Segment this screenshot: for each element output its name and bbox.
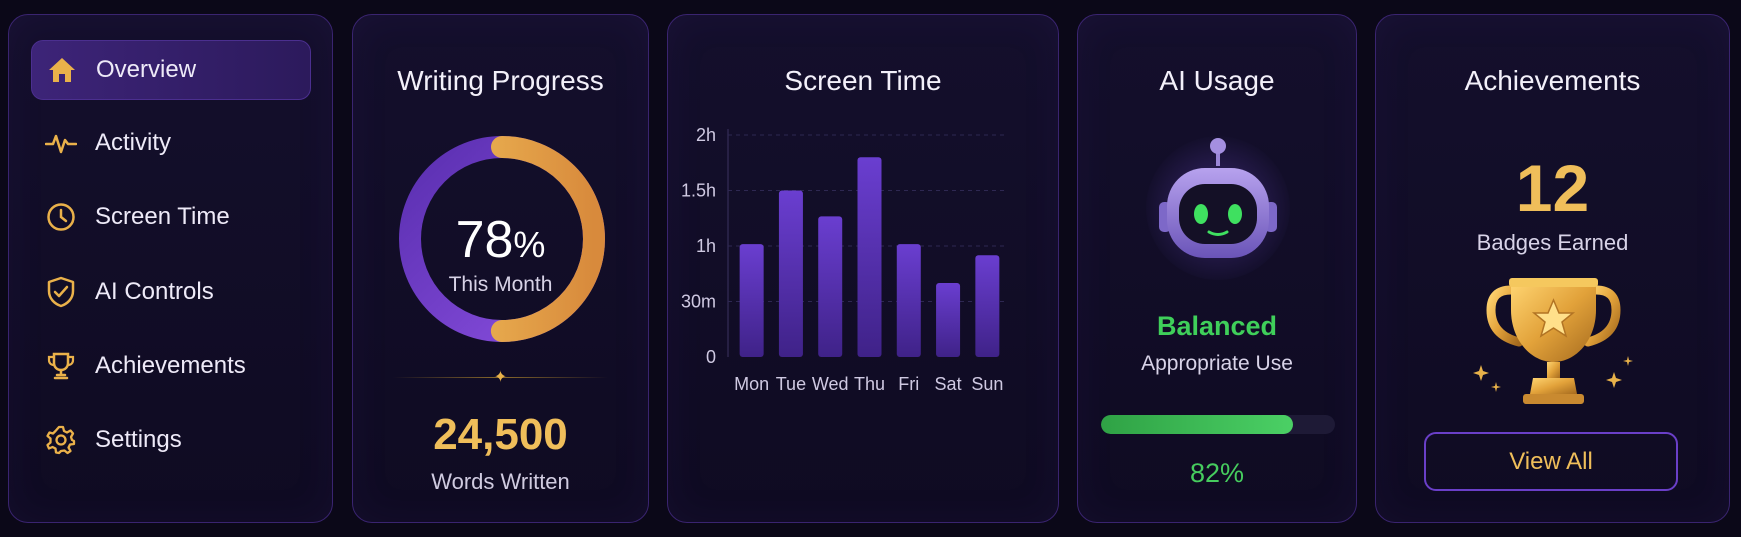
card-title: Writing Progress xyxy=(397,65,604,96)
bar-fri xyxy=(896,244,921,357)
writing-percent-label: This Month xyxy=(448,273,553,296)
x-tick-label: Wed xyxy=(812,374,849,394)
writing-percent: 78% xyxy=(455,211,546,269)
ai-usage-bar xyxy=(1101,415,1335,434)
shield-check-icon xyxy=(43,274,79,310)
view-all-button[interactable]: View All xyxy=(1424,432,1678,491)
y-tick-label: 2h xyxy=(696,125,716,145)
sidebar-item-ai-controls[interactable]: AI Controls xyxy=(31,262,311,322)
y-tick-label: 0 xyxy=(706,347,716,367)
screen-time-chart: Mon Tue Wed Thu Fri Sat Sun 0 30m 1h 1.5h 2h xyxy=(681,125,1007,394)
robot-icon xyxy=(1146,136,1290,280)
sparkle-icon: ✦ xyxy=(493,369,508,386)
y-tick-label: 30m xyxy=(681,292,716,312)
x-tick-label: Fri xyxy=(898,374,919,394)
sidebar-item-label: Overview xyxy=(96,56,197,83)
x-tick-label: Sat xyxy=(935,374,962,394)
sidebar-item-screen-time[interactable]: Screen Time xyxy=(31,187,311,247)
card-title: AI Usage xyxy=(1159,65,1275,96)
bar-tue xyxy=(778,190,803,357)
sidebar-item-achievements[interactable]: Achievements xyxy=(31,336,311,396)
sidebar-item-label: Activity xyxy=(95,129,172,156)
trophy-icon xyxy=(1473,278,1633,404)
sidebar-item-label: Settings xyxy=(95,426,182,453)
y-tick-label: 1.5h xyxy=(681,181,716,201)
words-label: Words Written xyxy=(431,469,570,494)
ai-usage-percent: 82% xyxy=(1189,458,1245,488)
sidebar-item-label: Achievements xyxy=(95,352,246,379)
ai-status-sub: Appropriate Use xyxy=(1141,352,1293,375)
achievements-card: Achievements 12 Badges Earned View All xyxy=(1375,14,1730,523)
ai-usage-card: AI Usage Balanced Appropriate Use 82% xyxy=(1077,14,1357,523)
x-tick-label: Sun xyxy=(971,374,1003,394)
home-icon xyxy=(44,52,80,88)
bar-sun xyxy=(975,255,1000,357)
writing-progress-card: Writing Progress 78% This Month ✦ 24,500… xyxy=(352,14,649,523)
badge-count: 12 xyxy=(1515,151,1590,225)
ai-status: Balanced xyxy=(1156,311,1278,341)
trophy-icon xyxy=(43,348,79,384)
words-count: 24,500 xyxy=(433,410,568,459)
sidebar-item-activity[interactable]: Activity xyxy=(31,113,311,173)
bar-wed xyxy=(818,216,843,357)
clock-icon xyxy=(43,199,79,235)
screen-time-card: Screen Time Mon Tue Wed Thu Fri Sat Sun 0 30m 1h… xyxy=(667,14,1059,523)
activity-icon xyxy=(43,125,79,161)
sidebar-item-label: Screen Time xyxy=(95,203,230,230)
sidebar-item-overview[interactable]: Overview xyxy=(31,40,311,100)
x-tick-label: Mon xyxy=(734,374,769,394)
badge-count-label: Badges Earned xyxy=(1476,230,1629,255)
sidebar-item-label: AI Controls xyxy=(95,278,214,305)
ai-usage-bar-fill xyxy=(1101,415,1293,434)
bar-sat xyxy=(936,283,961,357)
x-tick-label: Tue xyxy=(776,374,806,394)
card-title: Achievements xyxy=(1464,65,1641,96)
bar-thu xyxy=(857,157,882,357)
y-tick-label: 1h xyxy=(696,236,716,256)
gear-icon xyxy=(43,422,79,458)
sidebar-nav: Overview Activity Screen Time AI Control… xyxy=(8,14,333,523)
sidebar-item-settings[interactable]: Settings xyxy=(31,410,311,470)
bar-mon xyxy=(739,244,764,357)
x-tick-label: Thu xyxy=(854,374,885,394)
